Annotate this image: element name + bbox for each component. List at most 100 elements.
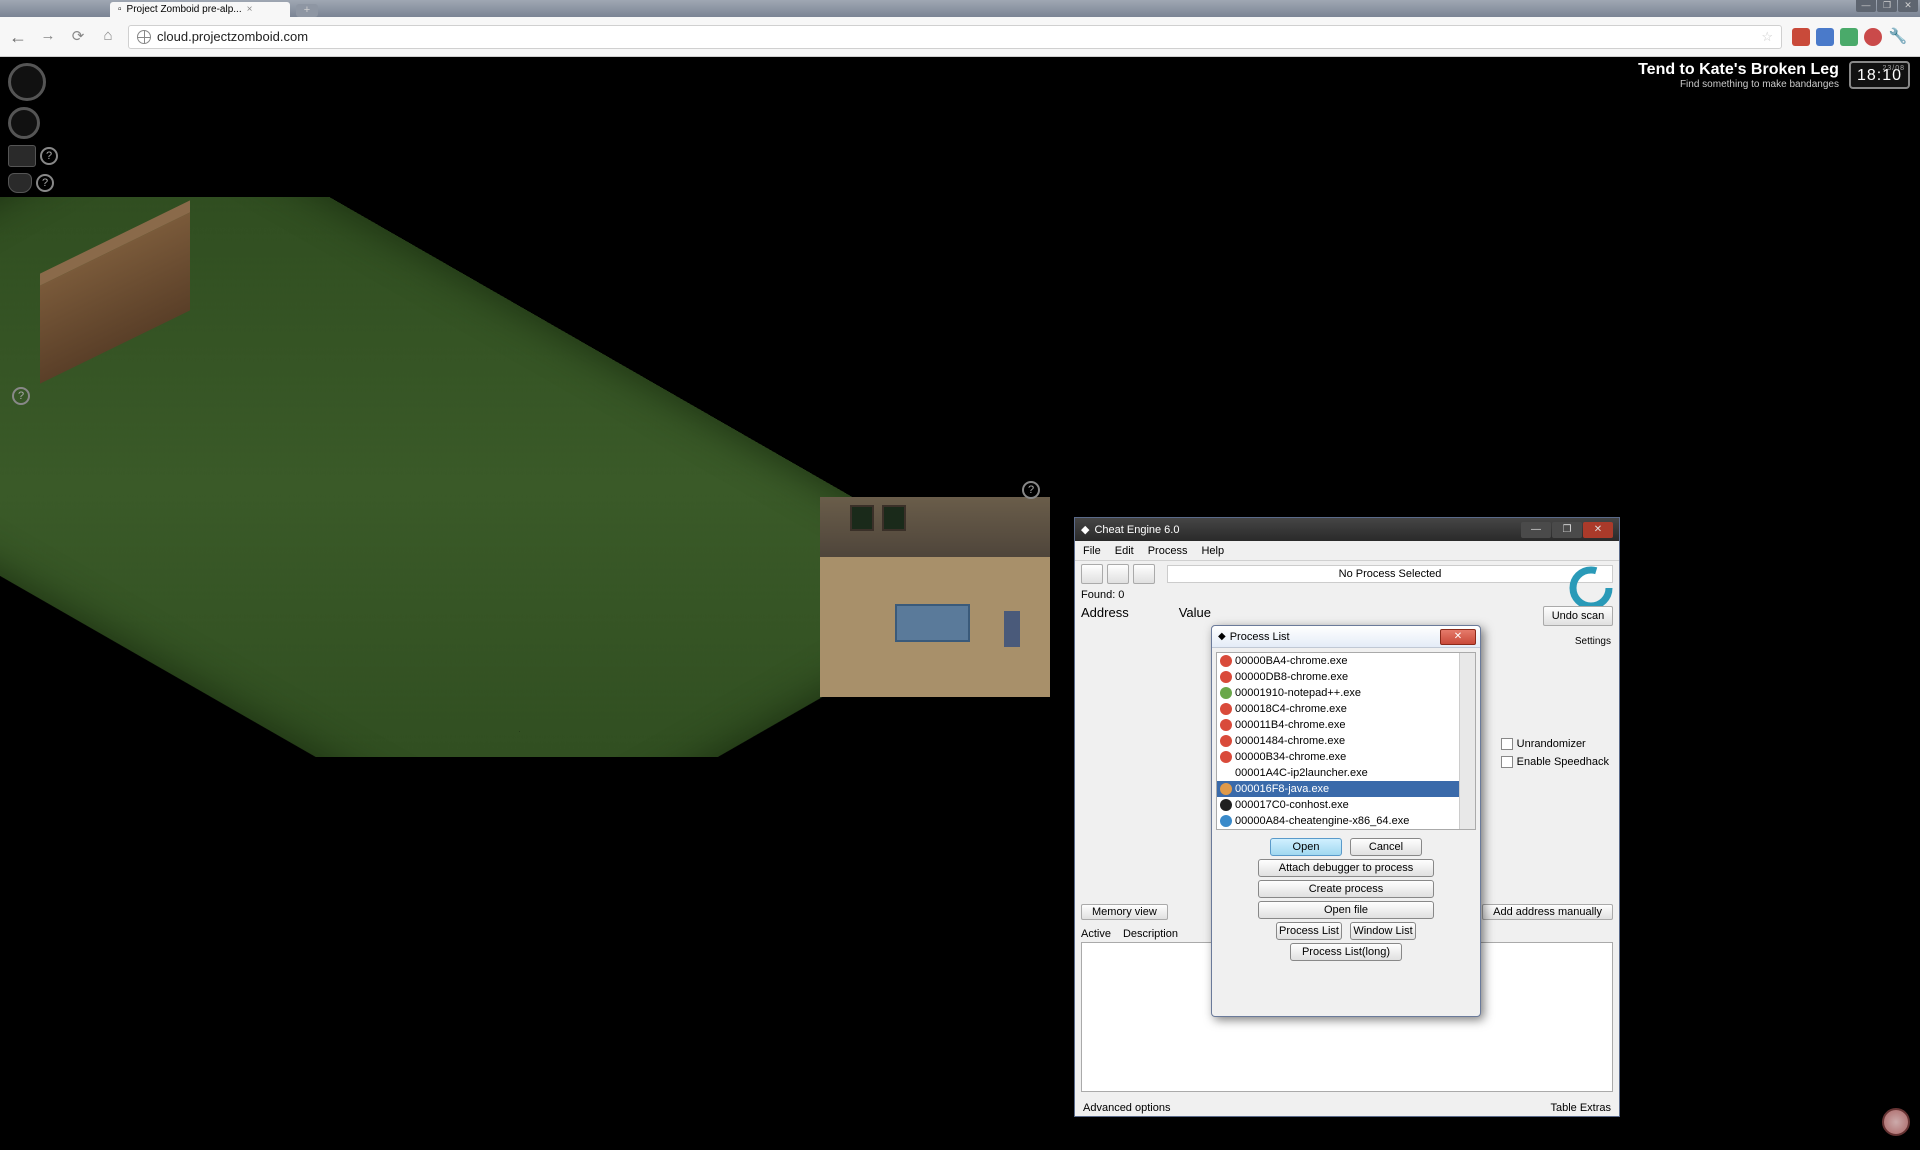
forward-button[interactable]: → — [38, 27, 58, 47]
help-icon[interactable]: ? — [12, 387, 30, 405]
settings-label[interactable]: Settings — [1575, 636, 1611, 647]
select-process-button[interactable] — [1081, 564, 1103, 584]
save-button[interactable] — [1133, 564, 1155, 584]
table-extras[interactable]: Table Extras — [1550, 1102, 1611, 1114]
unrandomizer-checkbox[interactable]: Unrandomizer — [1501, 738, 1609, 750]
objective-subtitle: Find something to make bandanges — [1638, 79, 1839, 90]
window-list-button[interactable]: Window List — [1350, 922, 1416, 940]
objective-title: Tend to Kate's Broken Leg — [1638, 61, 1839, 79]
advanced-options[interactable]: Advanced options — [1083, 1102, 1170, 1114]
process-label: 000016F8-java.exe — [1235, 783, 1329, 795]
help-icon[interactable]: ? — [36, 174, 54, 192]
ce-titlebar[interactable]: ◆ Cheat Engine 6.0 — ❐ ✕ — [1075, 518, 1619, 541]
cancel-button[interactable]: Cancel — [1350, 838, 1422, 856]
process-icon — [1220, 655, 1232, 667]
process-status: No Process Selected — [1167, 565, 1613, 583]
help-icon[interactable]: ? — [1022, 481, 1040, 499]
extension-icon[interactable] — [1840, 28, 1858, 46]
process-list-dialog[interactable]: ◆ Process List ✕ 00000BA4-chrome.exe0000… — [1211, 625, 1481, 1017]
process-item[interactable]: 00000A84-cheatengine-x86_64.exe — [1217, 813, 1475, 829]
minimize-button[interactable]: — — [1856, 0, 1876, 12]
menu-file[interactable]: File — [1083, 545, 1101, 557]
hud-left: ? ? — [8, 63, 58, 193]
minimize-button[interactable]: — — [1521, 522, 1551, 538]
col-value: Value — [1179, 605, 1211, 620]
close-tab-icon[interactable]: × — [247, 6, 255, 14]
scrollbar[interactable] — [1459, 653, 1475, 829]
process-item[interactable]: 00000DB8-chrome.exe — [1217, 669, 1475, 685]
col-address: Address — [1081, 605, 1129, 620]
wrench-icon[interactable]: 🔧 — [1888, 27, 1908, 47]
url-input[interactable]: cloud.projectzomboid.com ☆ — [128, 25, 1782, 49]
process-item[interactable]: 00000BA4-chrome.exe — [1217, 653, 1475, 669]
process-label: 00000B34-chrome.exe — [1235, 751, 1346, 763]
status-circle[interactable] — [8, 63, 46, 101]
heart-icon[interactable] — [8, 173, 32, 193]
process-item[interactable]: 00001910-notepad++.exe — [1217, 685, 1475, 701]
ce-app-icon: ◆ — [1081, 523, 1089, 536]
process-label: 00001910-notepad++.exe — [1235, 687, 1361, 699]
close-button[interactable]: ✕ — [1583, 522, 1613, 538]
maximize-button[interactable]: ❐ — [1552, 522, 1582, 538]
process-label: 00001484-chrome.exe — [1235, 735, 1345, 747]
process-item[interactable]: 00001A4C-ip2launcher.exe — [1217, 765, 1475, 781]
process-label: 00001A4C-ip2launcher.exe — [1235, 767, 1368, 779]
reload-button[interactable]: ⟳ — [68, 27, 88, 47]
extension-icon[interactable] — [1816, 28, 1834, 46]
terrain — [0, 197, 910, 757]
menu-help[interactable]: Help — [1201, 545, 1224, 557]
menu-process[interactable]: Process — [1148, 545, 1188, 557]
tab-title: Project Zomboid pre-alp... — [127, 4, 242, 15]
process-item[interactable]: 000018C4-chrome.exe — [1217, 701, 1475, 717]
open-button[interactable]: Open — [1270, 838, 1342, 856]
attach-debugger-button[interactable]: Attach debugger to process — [1258, 859, 1434, 877]
close-button[interactable]: ✕ — [1440, 629, 1476, 645]
memory-view-button[interactable]: Memory view — [1081, 904, 1168, 920]
process-icon — [1220, 671, 1232, 683]
process-icon — [1220, 815, 1232, 827]
process-icon — [1220, 687, 1232, 699]
extension-icon[interactable] — [1792, 28, 1810, 46]
inventory-icon[interactable] — [8, 145, 36, 167]
maximize-button[interactable]: ❐ — [1877, 0, 1897, 12]
process-item[interactable]: 00000B34-chrome.exe — [1217, 749, 1475, 765]
pl-titlebar[interactable]: ◆ Process List ✕ — [1212, 626, 1480, 648]
process-item[interactable]: 000017C0-conhost.exe — [1217, 797, 1475, 813]
process-icon — [1220, 783, 1232, 795]
process-label: 00000DB8-chrome.exe — [1235, 671, 1348, 683]
process-list[interactable]: 00000BA4-chrome.exe 00000DB8-chrome.exe 00… — [1216, 652, 1476, 830]
globe-icon — [137, 30, 151, 44]
browser-tab[interactable]: ▫ Project Zomboid pre-alp... × — [110, 2, 290, 17]
speedhack-checkbox[interactable]: Enable Speedhack — [1501, 756, 1609, 768]
open-file-button[interactable]: Open file — [1258, 901, 1434, 919]
window — [850, 505, 874, 531]
process-item[interactable]: 000011B4-chrome.exe — [1217, 717, 1475, 733]
window-controls: — ❐ ✕ — [1855, 0, 1918, 12]
home-button[interactable]: ⌂ — [98, 27, 118, 47]
new-tab-button[interactable]: + — [296, 4, 318, 17]
process-item[interactable]: 000016F8-java.exe — [1217, 781, 1475, 797]
open-button[interactable] — [1107, 564, 1129, 584]
process-item[interactable]: 00001484-chrome.exe — [1217, 733, 1475, 749]
create-process-button[interactable]: Create process — [1258, 880, 1434, 898]
clock-date: 23/08 — [1882, 65, 1905, 72]
back-button[interactable]: ← — [8, 27, 28, 47]
process-list-long-button[interactable]: Process List(long) — [1290, 943, 1402, 961]
bookmark-icon[interactable]: ☆ — [1761, 29, 1773, 45]
menu-edit[interactable]: Edit — [1115, 545, 1134, 557]
tab-bar: ▫ Project Zomboid pre-alp... × + — ❐ ✕ — [0, 0, 1920, 17]
process-icon — [1220, 799, 1232, 811]
help-icon[interactable]: ? — [40, 147, 58, 165]
game-clock: 18:10 23/08 — [1849, 61, 1910, 89]
ce-menu-bar: File Edit Process Help — [1075, 541, 1619, 561]
game-viewport[interactable]: ? ? ? ? Tend to Kate's Broken Leg Find s… — [0, 57, 1920, 1150]
badge-icon — [1882, 1108, 1910, 1136]
undo-scan-button[interactable]: Undo scan — [1543, 606, 1613, 626]
status-circle[interactable] — [8, 107, 40, 139]
scan-result-header: Address Value — [1075, 603, 1619, 622]
close-button[interactable]: ✕ — [1898, 0, 1918, 12]
process-list-button[interactable]: Process List — [1276, 922, 1342, 940]
extension-icon[interactable] — [1864, 28, 1882, 46]
add-address-button[interactable]: Add address manually — [1482, 904, 1613, 920]
ce-app-icon: ◆ — [1218, 631, 1226, 642]
